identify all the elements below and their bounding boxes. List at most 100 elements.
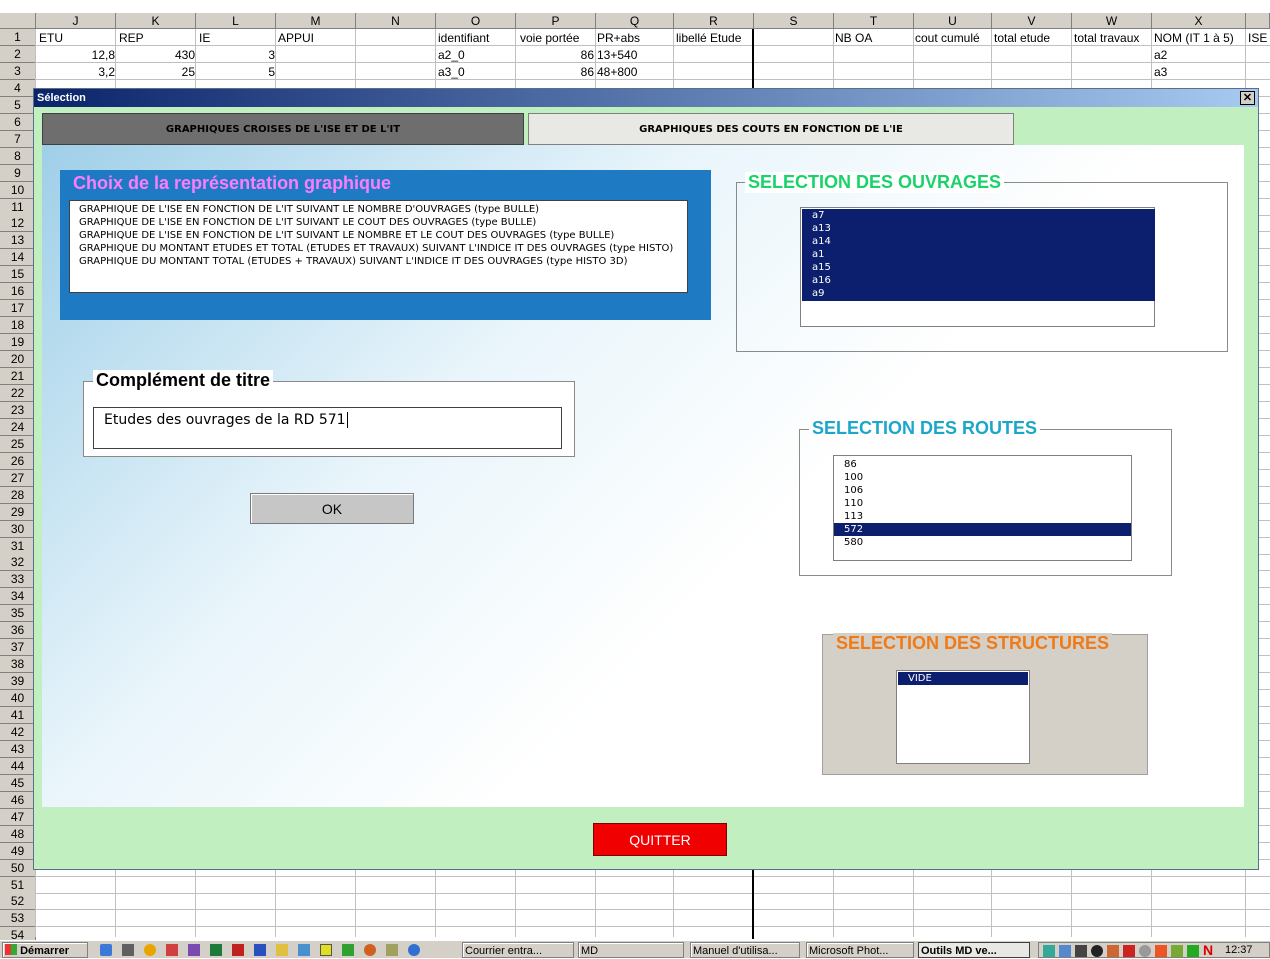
tray-icon[interactable]: [1187, 945, 1199, 957]
row-header[interactable]: 10: [0, 182, 36, 199]
route-item[interactable]: 100: [834, 471, 1131, 484]
cell-R1[interactable]: libellé Etude: [676, 30, 752, 46]
column-header[interactable]: L: [196, 13, 276, 29]
row-header[interactable]: 16: [0, 283, 36, 300]
ouvrage-item[interactable]: a7: [812, 209, 1155, 222]
browser-icon[interactable]: [408, 944, 420, 956]
tray-icon[interactable]: [1043, 945, 1055, 957]
row-header[interactable]: 38: [0, 656, 36, 673]
cell-U1[interactable]: cout cumulé: [915, 30, 991, 46]
app-icon[interactable]: [364, 944, 376, 956]
desktop-icon[interactable]: [122, 944, 134, 956]
row-header[interactable]: 7: [0, 131, 36, 148]
graph-type-option[interactable]: GRAPHIQUE DU MONTANT TOTAL (ETUDES + TRA…: [79, 255, 678, 268]
row-header[interactable]: 14: [0, 249, 36, 266]
column-header[interactable]: X: [1152, 13, 1246, 29]
dialog-titlebar[interactable]: Sélection ✕: [34, 89, 1258, 107]
cell-J3[interactable]: 3,2: [39, 64, 115, 80]
cell-V1[interactable]: total etude: [994, 30, 1070, 46]
structures-listbox[interactable]: VIDE: [896, 670, 1030, 764]
taskbar-window-manuel[interactable]: Manuel d'utilisa...: [690, 942, 800, 958]
cell-J1[interactable]: ETU: [39, 30, 115, 46]
route-item[interactable]: 580: [834, 536, 1131, 549]
close-button[interactable]: ✕: [1240, 91, 1255, 105]
row-header[interactable]: 27: [0, 470, 36, 487]
row-header[interactable]: 4: [0, 80, 36, 97]
row-header[interactable]: 9: [0, 165, 36, 182]
row-header[interactable]: 15: [0, 266, 36, 283]
row-header[interactable]: 30: [0, 521, 36, 538]
route-item[interactable]: 106: [834, 484, 1131, 497]
cell-L2[interactable]: 3: [199, 47, 275, 63]
cell-K2[interactable]: 430: [119, 47, 195, 63]
row-header[interactable]: 37: [0, 639, 36, 656]
row-header[interactable]: 47: [0, 809, 36, 826]
row-header[interactable]: 11: [0, 199, 36, 216]
cell-Q2[interactable]: 13+540: [597, 47, 673, 63]
cell-Q1[interactable]: PR+abs: [597, 30, 673, 46]
start-button[interactable]: Démarrer: [2, 942, 88, 958]
ok-button[interactable]: OK: [250, 493, 414, 524]
app-icon[interactable]: [320, 944, 332, 956]
row-header[interactable]: 35: [0, 605, 36, 622]
routes-listbox[interactable]: 86 100 106 110 113 572 580: [833, 455, 1132, 561]
app-icon[interactable]: [188, 944, 200, 956]
row-header[interactable]: 5: [0, 97, 36, 114]
row-header[interactable]: 25: [0, 436, 36, 453]
row-header[interactable]: 48: [0, 826, 36, 843]
powerpoint-icon[interactable]: [232, 944, 244, 956]
row-header[interactable]: 31: [0, 538, 36, 555]
tray-icon[interactable]: [1139, 945, 1151, 957]
cell-T1[interactable]: NB OA: [835, 30, 911, 46]
cell-O2[interactable]: a2_0: [438, 47, 514, 63]
graph-type-list[interactable]: GRAPHIQUE DE L'ISE EN FONCTION DE L'IT S…: [69, 200, 688, 293]
row-header[interactable]: 12: [0, 215, 36, 232]
row-header[interactable]: 6: [0, 114, 36, 131]
taskbar-window-courrier[interactable]: Courrier entra...: [462, 942, 574, 958]
row-header[interactable]: 26: [0, 453, 36, 470]
row-header[interactable]: 52: [0, 893, 36, 910]
route-item[interactable]: 110: [834, 497, 1131, 510]
column-header[interactable]: J: [36, 13, 116, 29]
row-header[interactable]: 42: [0, 724, 36, 741]
cell-Q3[interactable]: 48+800: [597, 64, 673, 80]
cell-P2[interactable]: 86: [518, 47, 594, 63]
cell-P1[interactable]: voie portée: [520, 30, 596, 46]
quitter-button[interactable]: QUITTER: [593, 823, 727, 856]
tray-n-icon[interactable]: N: [1203, 943, 1213, 957]
column-header[interactable]: W: [1072, 13, 1152, 29]
graph-type-option[interactable]: GRAPHIQUE DE L'ISE EN FONCTION DE L'IT S…: [79, 216, 678, 229]
route-item[interactable]: 86: [834, 458, 1131, 471]
cell-X1[interactable]: NOM (IT 1 à 5): [1154, 30, 1246, 46]
word-icon[interactable]: [254, 944, 266, 956]
ouvrage-item[interactable]: a9: [812, 287, 1155, 300]
row-header[interactable]: 34: [0, 588, 36, 605]
app-icon[interactable]: [386, 944, 398, 956]
ouvrage-item[interactable]: a14: [812, 235, 1155, 248]
tray-icon[interactable]: [1155, 945, 1167, 957]
cell-K1[interactable]: REP: [119, 30, 195, 46]
tab-graphiques-croises[interactable]: GRAPHIQUES CROISES DE L'ISE ET DE L'IT: [42, 113, 524, 145]
tray-icon[interactable]: [1107, 945, 1119, 957]
media-icon[interactable]: [144, 944, 156, 956]
column-header[interactable]: [1246, 13, 1270, 29]
column-header[interactable]: Q: [596, 13, 674, 29]
ie-icon[interactable]: [100, 944, 112, 956]
row-header[interactable]: 44: [0, 758, 36, 775]
row-header[interactable]: 43: [0, 741, 36, 758]
folder-icon[interactable]: [276, 944, 288, 956]
row-header[interactable]: 20: [0, 351, 36, 368]
row-header[interactable]: 18: [0, 317, 36, 334]
row-header[interactable]: 46: [0, 792, 36, 809]
row-header[interactable]: 33: [0, 571, 36, 588]
route-item[interactable]: 113: [834, 510, 1131, 523]
row-header[interactable]: 29: [0, 504, 36, 521]
row-header[interactable]: 22: [0, 385, 36, 402]
structure-item[interactable]: VIDE: [898, 672, 1028, 685]
column-header[interactable]: K: [116, 13, 196, 29]
taskbar-window-photo[interactable]: Microsoft Phot...: [806, 942, 914, 958]
row-header[interactable]: 17: [0, 300, 36, 317]
cell-L1[interactable]: IE: [199, 30, 275, 46]
row-header[interactable]: 23: [0, 402, 36, 419]
complement-titre-input[interactable]: Etudes des ouvrages de la RD 571: [93, 407, 562, 449]
